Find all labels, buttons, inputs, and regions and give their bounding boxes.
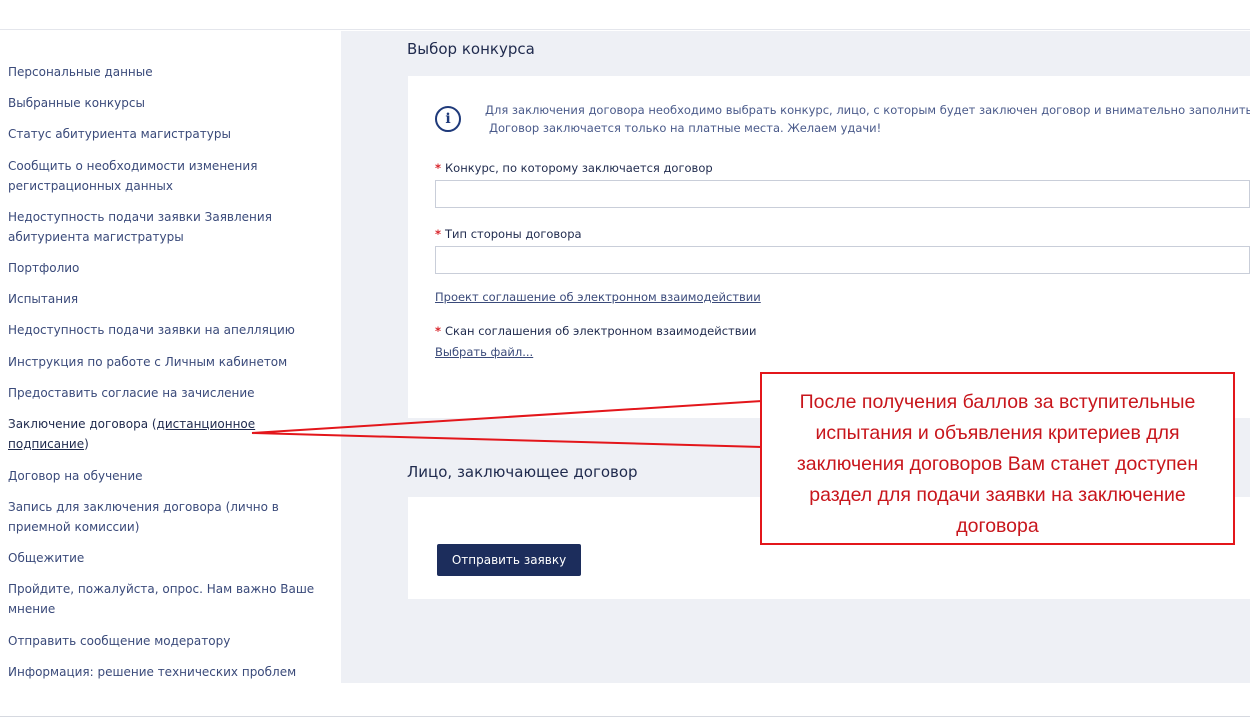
bottom-divider xyxy=(0,716,1250,717)
callout-line: испытания и объявления критериев для xyxy=(815,422,1180,444)
callout-pointer-lines xyxy=(251,400,763,448)
callout-line: договора xyxy=(956,515,1039,537)
callout-line: раздел для подачи заявки на заключение xyxy=(809,484,1186,506)
callout-annotation-box: После получения баллов за вступительные … xyxy=(760,372,1235,545)
callout-pointer-line xyxy=(251,400,763,448)
callout-line: После получения баллов за вступительные xyxy=(799,391,1196,413)
callout-line: заключения договоров Вам станет доступен xyxy=(796,453,1199,475)
